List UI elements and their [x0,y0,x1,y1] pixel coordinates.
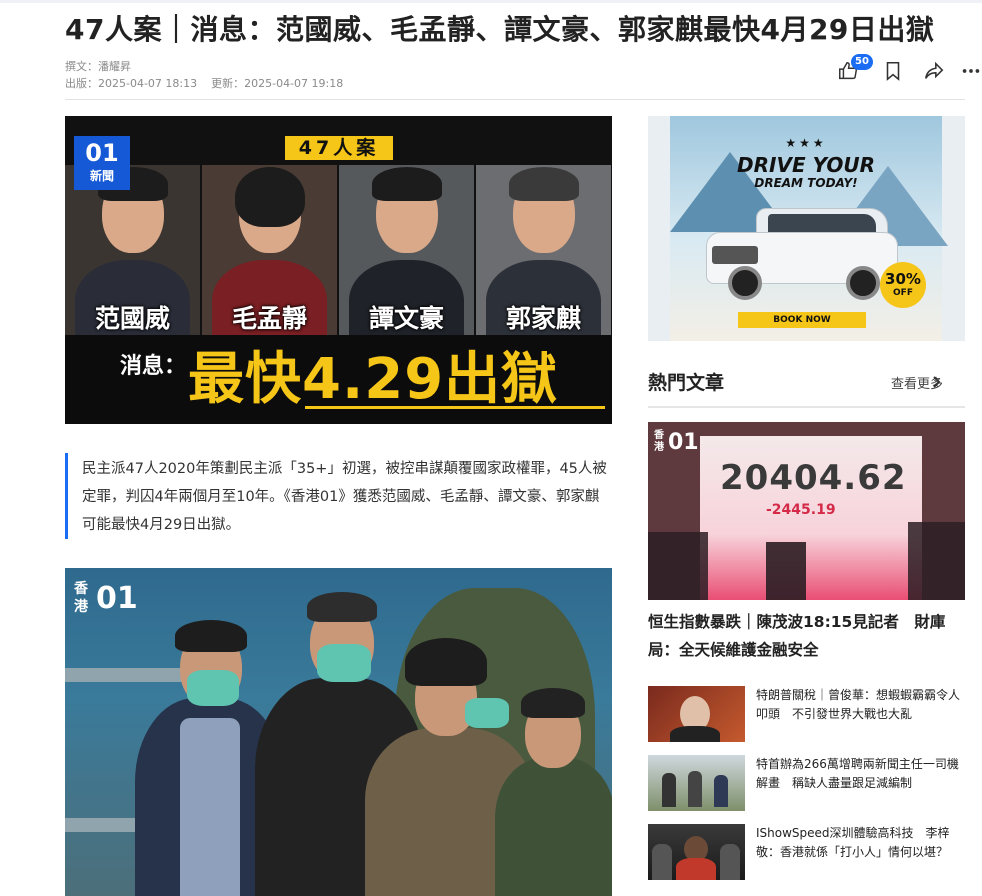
updated-time: 更新：2025-04-07 19:18 [211,77,344,90]
timestamp-line: 出版：2025-04-07 18:13 更新：2025-04-07 19:18 [65,75,343,92]
portrait-name: 毛孟靜 [231,304,307,333]
portrait-name: 范國威 [94,304,170,333]
ad-title: DRIVE YOUR [737,153,875,177]
article-photo: 香港 01 [65,568,612,896]
hk01-logo: 香港 01 [654,430,699,455]
portrait-name: 譚文豪 [368,304,444,333]
bookmark-button[interactable] [882,60,910,88]
author-line: 撰文：潘耀昇 [65,60,131,73]
featured-article-title[interactable]: 恒生指數暴跌｜陳茂波18:15見記者 財庫局：全天候維護金融安全 [648,608,965,664]
more-button[interactable] [960,60,982,88]
ad-subtitle: DREAM TODAY! [754,176,858,190]
article-meta: 撰文：潘耀昇 出版：2025-04-07 18:13 更新：2025-04-07 … [65,58,343,92]
portrait-2: 毛孟靜 [202,165,337,335]
index-change: -2445.19 [766,502,836,518]
article-summary: 民主派47人2020年策劃民主派「35+」初選，被控串謀顛覆國家政權罪，45人被… [65,453,612,539]
more-dots-icon [960,60,982,82]
like-button[interactable]: 50 [837,54,873,88]
list-item[interactable]: 特首辦為266萬增聘兩新聞主任一司機解畫 稱缺人盡量跟足減編制 [648,755,965,811]
hero-headline: 最快4.29出獄 [188,347,559,412]
discount-badge: 30% OFF [880,262,926,308]
book-now-button[interactable]: BOOK NOW [738,312,866,328]
list-item[interactable]: 特朗普關稅｜曾俊華：想蝦蝦霸霸令人叩頭 不引發世界大戰也大亂 [648,686,965,742]
hk01-logo: 香港 01 [74,581,138,616]
list-item-title: 特首辦為266萬增聘兩新聞主任一司機解畫 稱缺人盡量跟足減編制 [756,757,959,790]
guard-figure [495,688,612,896]
portrait-3: 譚文豪 [339,165,474,335]
hero-image: 范國威 毛孟靜 譚文豪 郭家麒 01 新聞 47人案 消息： 最快4.29出獄 [65,116,612,424]
article-title: 47人案｜消息：范國威、毛孟靜、譚文豪、郭家麒最快4月29日出獄 [65,13,935,46]
featured-article-image[interactable]: 20404.62 -2445.19 香港 01 [648,422,965,600]
portrait-4: 郭家麒 [476,165,611,335]
published-time: 出版：2025-04-07 18:13 [65,77,198,90]
list-item-title: IShowSpeed深圳體驗高科技 李梓敬：香港就係「打小人」情何以堪？ [756,826,950,859]
share-button[interactable] [922,60,950,88]
article-thumbnail [648,824,745,880]
ad-stars: ★★★ [785,136,827,150]
article-thumbnail [648,686,745,742]
news-label: 消息： [120,354,187,379]
popular-articles-header: 熱門文章 查看更多 [648,366,965,408]
index-number: 20404.62 [720,458,907,498]
section-title: 熱門文章 [648,372,725,394]
article-actions: 50 [832,54,982,90]
advertisement[interactable]: ★★★ DRIVE YOUR DREAM TODAY! 30% OFF BOOK… [648,116,965,341]
list-item-title: 特朗普關稅｜曾俊華：想蝦蝦霸霸令人叩頭 不引發世界大戰也大亂 [756,688,961,721]
car-image [706,202,898,300]
case-tag: 47人案 [285,136,393,160]
bookmark-icon [882,60,910,82]
top-border [0,0,982,3]
like-count-badge: 50 [851,54,873,70]
portrait-1: 范國威 [65,165,200,335]
article-thumbnail [648,755,745,811]
share-icon [922,60,950,82]
hk01-news-logo: 01 新聞 [74,136,130,190]
portrait-name: 郭家麒 [505,304,581,333]
list-item[interactable]: IShowSpeed深圳體驗高科技 李梓敬：香港就係「打小人」情何以堪？ [648,824,965,880]
chevron-right-icon[interactable] [931,374,943,388]
header-divider [65,99,965,100]
